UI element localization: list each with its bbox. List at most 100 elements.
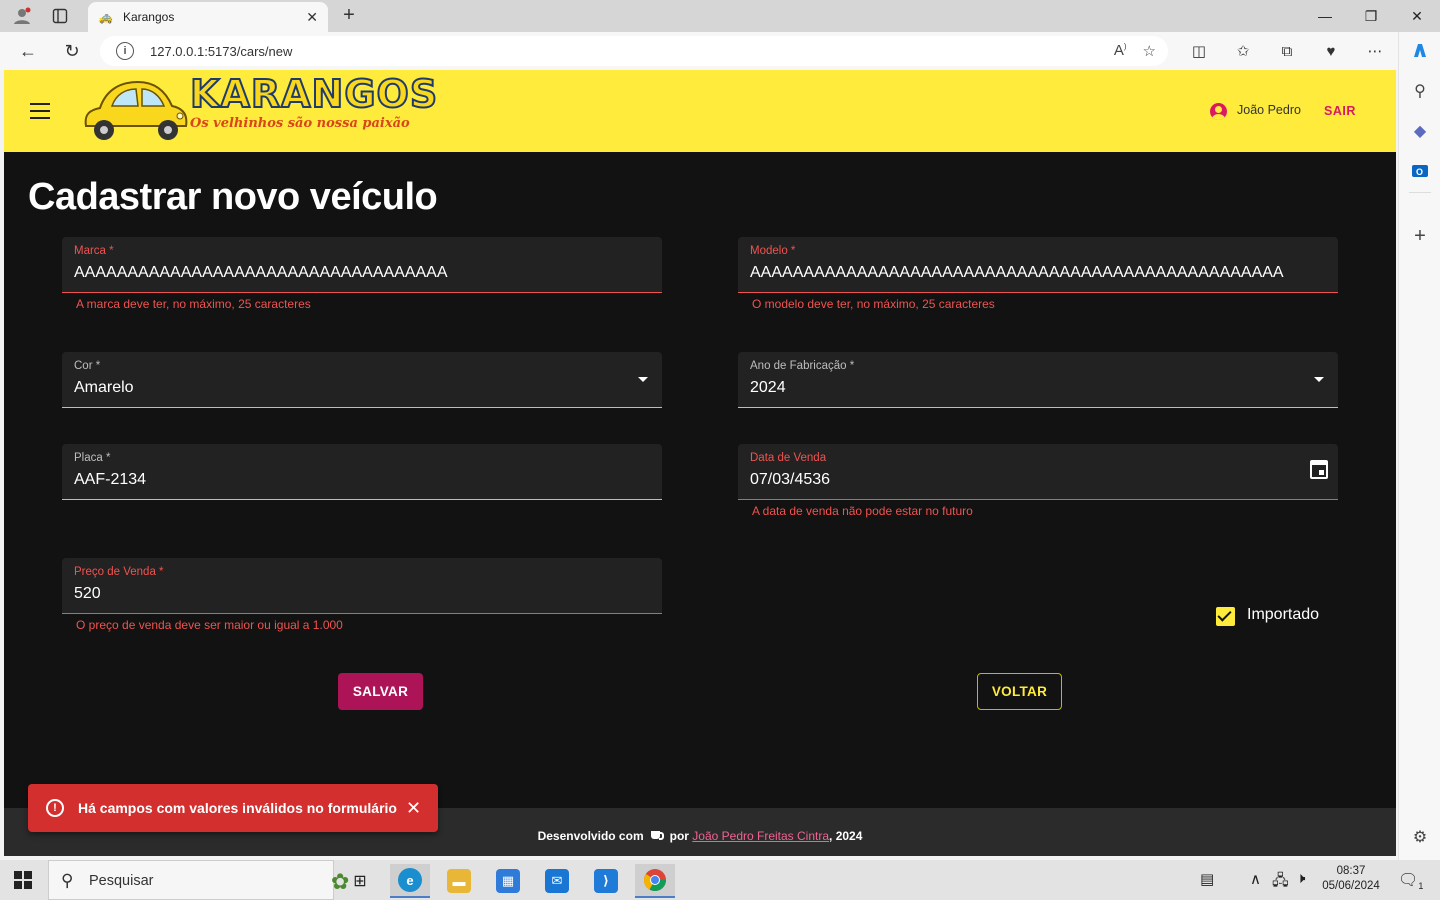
price-error-text: O preço de venda deve ser maior ou igual… — [76, 618, 343, 632]
logout-button[interactable]: SAIR — [1324, 104, 1356, 118]
tab-title: Karangos — [122, 10, 175, 24]
back-button[interactable]: VOLTAR — [977, 673, 1062, 710]
year-dropdown-arrow-icon[interactable] — [1314, 377, 1324, 382]
snackbar-close-icon[interactable]: ✕ — [406, 798, 421, 819]
task-view-icon[interactable]: ⊞ — [340, 864, 380, 898]
app-header: KARANGOS Os velhinhos são nossa paixão J… — [4, 70, 1396, 152]
car-favicon-icon: 🚕 — [98, 10, 113, 24]
sale-date-label: Data de Venda — [750, 452, 827, 464]
store-icon[interactable]: ▦ — [488, 864, 528, 898]
favorite-star-icon[interactable]: ☆ — [1143, 42, 1156, 60]
model-field[interactable]: Modelo * AAAAAAAAAAAAAAAAAAAAAAAAAAAAAAA… — [738, 237, 1338, 293]
user-name: João Pedro — [1237, 103, 1301, 117]
browser-tab[interactable]: 🚕 Karangos ✕ — [88, 2, 328, 32]
mail-icon[interactable]: ✉ — [537, 864, 577, 898]
refresh-icon[interactable]: ↻ — [58, 38, 86, 64]
brand-field[interactable]: Marca * AAAAAAAAAAAAAAAAAAAAAAAAAAAAAAAA… — [62, 237, 662, 293]
read-aloud-icon[interactable]: A) — [1114, 42, 1127, 60]
taskbar-search-box[interactable]: ⚲ Pesquisar ✿ — [48, 860, 349, 900]
url-text[interactable]: 127.0.0.1:5173/cars/new — [150, 44, 292, 59]
color-dropdown-arrow-icon[interactable] — [638, 377, 648, 382]
page-title: Cadastrar novo veículo — [28, 176, 438, 218]
brand-error-text: A marca deve ter, no máximo, 25 caracter… — [76, 297, 311, 311]
favorites-icon[interactable]: ✩ — [1232, 40, 1254, 62]
notification-count: 1 — [1418, 881, 1424, 892]
outlook-icon[interactable]: O — [1409, 160, 1431, 182]
coffee-cup-icon — [650, 827, 664, 841]
year-select[interactable]: Ano de Fabricação * 2024 — [738, 352, 1338, 408]
save-button[interactable]: SALVAR — [338, 673, 423, 710]
color-select[interactable]: Cor * Amarelo — [62, 352, 662, 408]
taskbar-clock[interactable]: 08:37 05/06/2024 — [1318, 864, 1384, 894]
sidebar-search-icon[interactable]: ⚲ — [1409, 80, 1431, 102]
brand-input-value[interactable]: AAAAAAAAAAAAAAAAAAAAAAAAAAAAAAAAAAA — [74, 264, 448, 282]
footer-prefix: Desenvolvido com — [537, 829, 644, 843]
logo-slogan: Os velhinhos são nossa paixão — [190, 116, 410, 131]
tray-chevron-icon[interactable]: ∧ — [1250, 870, 1261, 888]
more-menu-icon[interactable]: ⋯ — [1364, 40, 1386, 62]
footer-suffix: , 2024 — [829, 829, 863, 843]
brand-label: Marca * — [74, 245, 114, 257]
model-label: Modelo * — [750, 245, 796, 257]
sale-date-field[interactable]: Data de Venda 07/03/4536 — [738, 444, 1338, 500]
vscode-icon[interactable]: ⟩ — [586, 864, 626, 898]
split-screen-icon[interactable]: ◫ — [1188, 40, 1210, 62]
tab-actions-icon[interactable] — [48, 4, 72, 28]
clock-date: 05/06/2024 — [1322, 880, 1380, 892]
close-window-icon[interactable]: ✕ — [1394, 4, 1440, 28]
taskbar-search-icon: ⚲ — [61, 871, 74, 890]
windows-start-icon[interactable] — [14, 871, 32, 889]
sale-date-error-text: A data de venda não pode estar no futuro — [752, 504, 973, 518]
new-tab-button[interactable]: + — [338, 4, 360, 27]
color-selected-value[interactable]: Amarelo — [74, 379, 134, 397]
address-bar[interactable]: i 127.0.0.1:5173/cars/new A) ☆ — [100, 36, 1168, 66]
site-info-icon[interactable]: i — [116, 42, 134, 60]
footer-by: por — [669, 829, 689, 843]
plate-input-value[interactable]: AAF-2134 — [74, 471, 146, 489]
user-account-icon — [1210, 103, 1227, 120]
sidebar-divider — [1409, 192, 1431, 193]
restore-icon[interactable]: ❐ — [1348, 4, 1394, 28]
model-input-value[interactable]: AAAAAAAAAAAAAAAAAAAAAAAAAAAAAAAAAAAAAAAA… — [750, 264, 1284, 282]
error-snackbar: ! Há campos com valores inválidos no for… — [28, 784, 438, 832]
clock-time: 08:37 — [1336, 865, 1366, 877]
price-input-value[interactable]: 520 — [74, 585, 101, 603]
add-sidebar-icon[interactable]: + — [1409, 225, 1431, 247]
settings-gear-icon[interactable]: ⚙ — [1409, 826, 1431, 848]
sidebar-shopping-icon[interactable]: ◆ — [1409, 120, 1431, 142]
plate-field[interactable]: Placa * AAF-2134 — [62, 444, 662, 500]
taskbar-search-placeholder[interactable]: Pesquisar — [89, 873, 153, 889]
imported-checkbox[interactable] — [1216, 607, 1235, 626]
model-error-text: O modelo deve ter, no máximo, 25 caracte… — [752, 297, 995, 311]
calendar-icon[interactable] — [1310, 460, 1328, 479]
notification-icon[interactable]: 🗨1 — [1398, 870, 1423, 891]
chrome-icon[interactable] — [635, 864, 675, 898]
web-page: KARANGOS Os velhinhos são nossa paixão J… — [4, 70, 1396, 856]
collections-icon[interactable]: ⧉ — [1276, 40, 1298, 62]
snackbar-message: Há campos com valores inválidos no formu… — [78, 800, 397, 816]
plate-label: Placa * — [74, 452, 111, 464]
error-alert-icon: ! — [46, 799, 64, 817]
edge-taskbar-icon[interactable]: e — [390, 864, 430, 898]
year-label: Ano de Fabricação * — [750, 360, 855, 372]
file-explorer-icon[interactable]: ▬ — [439, 864, 479, 898]
browser-sidebar: ⚲ ◆ O + ⚙ — [1398, 32, 1440, 860]
network-icon[interactable]: 🖧 — [1272, 870, 1289, 895]
extensions-icon[interactable]: ♥ — [1320, 40, 1342, 62]
volume-muted-icon[interactable]: 🕨 — [1296, 870, 1305, 887]
sale-date-input-value[interactable]: 07/03/4536 — [750, 471, 830, 489]
hamburger-menu-icon[interactable] — [30, 100, 50, 122]
browser-toolbar: ← ↻ i 127.0.0.1:5173/cars/new A) ☆ ◫ ✩ ⧉… — [0, 32, 1440, 70]
year-selected-value[interactable]: 2024 — [750, 379, 786, 397]
back-arrow-icon[interactable]: ← — [14, 38, 42, 64]
close-tab-icon[interactable]: ✕ — [306, 9, 318, 26]
imported-label[interactable]: Importado — [1247, 606, 1319, 624]
svg-text:O: O — [1416, 167, 1423, 177]
author-link[interactable]: João Pedro Freitas Cintra — [692, 829, 829, 843]
copilot-icon[interactable] — [1409, 40, 1431, 62]
minimize-icon[interactable]: — — [1302, 4, 1348, 28]
news-widget-icon[interactable]: ▤ — [1200, 870, 1214, 888]
windows-taskbar: ⚲ Pesquisar ✿ ⊞ e ▬ ▦ ✉ ⟩ ▤ ∧ 🖧 🕨 08:37 … — [0, 860, 1440, 900]
profile-icon[interactable] — [10, 4, 34, 28]
price-field[interactable]: Preço de Venda * 520 — [62, 558, 662, 614]
